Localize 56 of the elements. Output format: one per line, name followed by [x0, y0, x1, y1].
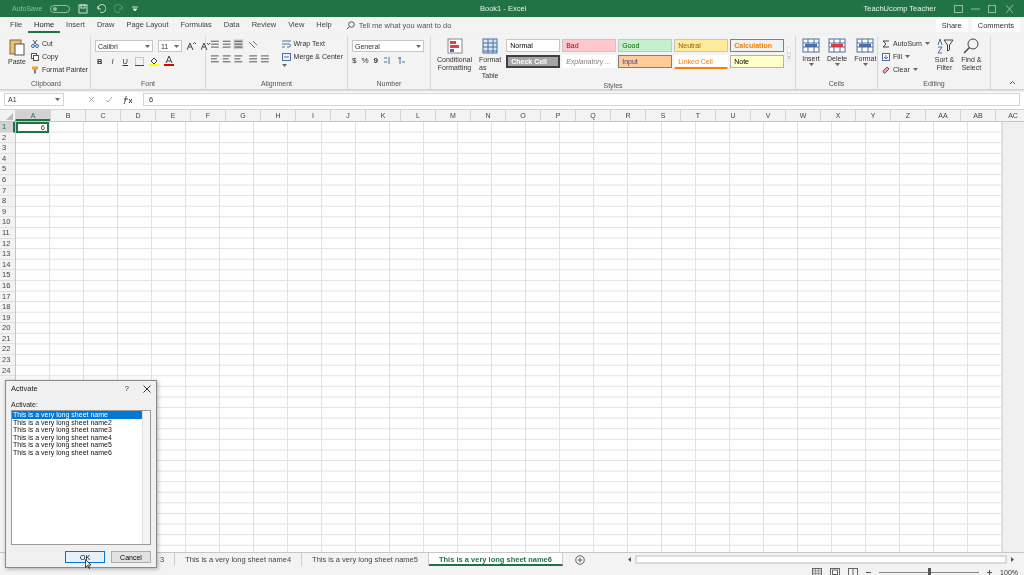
caret-icon[interactable] [862, 63, 868, 66]
merge-icon [281, 52, 291, 61]
brush-icon [30, 65, 39, 74]
table-bars-icon [446, 38, 463, 54]
search-icon [962, 38, 981, 54]
caret-icon[interactable] [808, 63, 814, 66]
caret-icon[interactable] [55, 98, 60, 101]
table-icon [828, 38, 847, 53]
eraser-icon [882, 65, 890, 74]
vertical-scrollbar[interactable] [1002, 122, 1024, 552]
zoom-out-icon[interactable] [866, 569, 872, 575]
save-icon[interactable] [78, 3, 89, 14]
collapse-ribbon-icon[interactable] [1009, 80, 1016, 85]
currency-button[interactable]: $ [352, 56, 357, 65]
undo-icon[interactable] [96, 3, 107, 14]
caret-icon[interactable] [834, 63, 840, 66]
sort-filter-icon [935, 38, 954, 54]
horizontal-scrollbar[interactable] [626, 555, 1016, 564]
decrease-decimal-icon[interactable] [397, 56, 407, 65]
copy-icon [30, 52, 39, 61]
font-color-icon[interactable] [163, 56, 174, 66]
caret-icon[interactable] [924, 42, 930, 45]
search-icon [345, 21, 355, 30]
scissors-icon [30, 39, 39, 48]
caret-icon[interactable] [416, 44, 421, 48]
list-scrollbar[interactable] [142, 411, 150, 544]
caret-icon[interactable] [904, 55, 910, 58]
zoom-in-icon[interactable] [987, 569, 993, 575]
percent-button[interactable]: % [361, 56, 369, 65]
caret-icon[interactable] [174, 44, 179, 48]
page-layout-icon[interactable] [830, 568, 841, 575]
add-sheet-icon[interactable] [574, 554, 585, 565]
caret-icon[interactable] [281, 64, 287, 67]
table-icon [482, 38, 499, 54]
customize-icon[interactable] [132, 5, 139, 12]
zoom-thumb[interactable] [928, 567, 932, 575]
sigma-icon [882, 39, 890, 48]
borders-icon[interactable] [134, 56, 144, 66]
maximize-icon[interactable] [988, 4, 997, 13]
close-icon[interactable] [143, 384, 151, 393]
fill-color-icon[interactable] [148, 56, 159, 66]
ribbon-display-icon[interactable] [954, 4, 963, 13]
comma-style-button[interactable]: 9 [373, 56, 379, 65]
caret-icon[interactable] [912, 68, 918, 71]
grow-font-icon[interactable] [187, 42, 196, 50]
table-icon [856, 38, 875, 53]
down-arrow-icon [882, 52, 890, 61]
page-break-icon[interactable] [848, 568, 859, 575]
caret-icon[interactable] [145, 44, 150, 48]
wrap-text-icon [281, 39, 291, 48]
insert-function-icon[interactable] [123, 95, 133, 104]
normal-view-icon[interactable] [812, 568, 823, 575]
shrink-font-icon[interactable] [201, 42, 210, 50]
table-icon [802, 38, 820, 53]
clipboard-icon [8, 38, 25, 56]
toggle-switch[interactable] [50, 4, 71, 13]
